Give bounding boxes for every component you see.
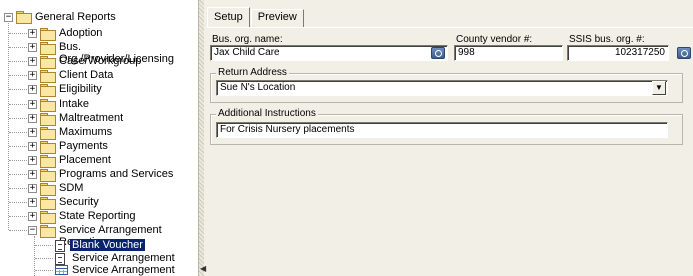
tree-item-label[interactable]: Programs and Services [59,168,173,180]
tree-item-label[interactable]: Maximums [59,126,112,138]
tree-connector [9,104,29,105]
expand-toggle[interactable]: + [28,142,37,151]
county-vendor-label: County vendor #: [456,34,533,45]
tree-connector [9,160,29,161]
tree-connector [9,75,29,76]
tree-connector [9,47,29,48]
document-icon [55,253,65,265]
folder-icon [40,169,56,182]
tree-child-label[interactable]: Blank Voucher [70,239,145,251]
folder-icon [40,84,56,97]
tree-item-label[interactable]: Client Data [59,69,113,81]
tree-connector [9,118,29,119]
additional-instructions-field[interactable]: For Crisis Nursery placements [216,122,668,138]
expand-toggle[interactable]: + [28,128,37,137]
report-tree[interactable]: − General Reports + Adoption + Bus. Org./Pr… [0,0,199,276]
expand-toggle[interactable]: + [28,156,37,165]
document-icon [55,240,65,252]
tree-item-label[interactable]: Adoption [59,27,102,39]
tab-strip: Setup Preview [207,7,305,27]
tab-setup[interactable]: Setup [207,7,250,27]
tree-connector [8,23,9,230]
ssis-bus-org-field[interactable]: 102317250 [567,45,669,61]
tree-connector [9,89,29,90]
tree-item-label[interactable]: SDM [59,182,83,194]
tree-item-label[interactable]: Placement [59,154,111,166]
tree-item-label[interactable]: Eligibility [59,83,102,95]
expand-toggle[interactable]: + [28,29,37,38]
grid-report-icon [55,265,68,275]
pane-splitter[interactable] [199,0,204,276]
bus-org-lookup-icon[interactable] [431,47,445,59]
folder-icon [40,56,56,69]
tree-connector [9,174,29,175]
expand-toggle[interactable]: + [28,100,37,109]
folder-icon [40,113,56,126]
tree-item-label[interactable]: Security [59,196,99,208]
folder-icon [40,211,56,224]
folder-icon [40,155,56,168]
tab-divider [207,27,693,28]
tree-connector [9,230,29,231]
expand-toggle[interactable]: + [28,57,37,66]
expand-toggle[interactable]: + [28,170,37,179]
dropdown-arrow-icon[interactable]: ▼ [652,81,666,95]
expand-toggle[interactable]: + [28,43,37,52]
folder-icon [40,99,56,112]
tree-connector [9,61,29,62]
tree-connector [9,188,29,189]
additional-instructions-title: Additional Instructions [216,108,318,119]
tree-item-label[interactable]: Case/Workgroup [59,55,141,67]
folder-icon [16,11,32,24]
expand-toggle[interactable]: + [28,71,37,80]
tree-connector [9,146,29,147]
tree-connector [35,258,53,259]
expand-toggle[interactable]: + [28,114,37,123]
folder-icon [40,127,56,140]
ssis-lookup-icon[interactable] [677,47,691,59]
tree-connector [9,132,29,133]
tree-child-label[interactable]: Service Arrangement Detail [72,264,198,276]
bus-org-name-field[interactable]: Jax Child Care [210,45,448,61]
expand-toggle[interactable]: + [28,198,37,207]
tree-connector [9,33,29,34]
tab-preview[interactable]: Preview [250,9,304,27]
collapse-root-toggle[interactable]: − [4,13,13,22]
tree-item-label[interactable]: State Reporting [59,210,135,222]
tree-connector [9,216,29,217]
county-vendor-field[interactable]: 998 [454,45,563,61]
tree-item-label[interactable]: Intake [59,98,89,110]
folder-icon [40,225,56,238]
folder-icon [40,70,56,83]
folder-icon [40,183,56,196]
tree-item-label[interactable]: Maltreatment [59,112,123,124]
tree-item-label[interactable]: Payments [59,140,108,152]
folder-icon [40,28,56,41]
folder-icon [40,197,56,210]
folder-icon [40,141,56,154]
folder-icon [40,42,56,55]
tree-connector [35,245,53,246]
expand-toggle[interactable]: + [28,85,37,94]
tree-child-label[interactable]: Service Arrangement [72,252,175,264]
collapse-pane-arrow-icon[interactable]: ◀ [200,264,206,273]
tree-connector [9,202,29,203]
collapse-toggle[interactable]: − [28,226,37,235]
return-address-select[interactable]: Sue N's Location [216,80,668,96]
expand-toggle[interactable]: + [28,212,37,221]
tree-root-label[interactable]: General Reports [35,11,116,23]
tree-connector [35,270,53,271]
bus-org-name-label: Bus. org. name: [212,34,283,45]
ssis-bus-org-label: SSIS bus. org. #: [569,34,645,45]
expand-toggle[interactable]: + [28,184,37,193]
return-address-title: Return Address [216,67,289,78]
